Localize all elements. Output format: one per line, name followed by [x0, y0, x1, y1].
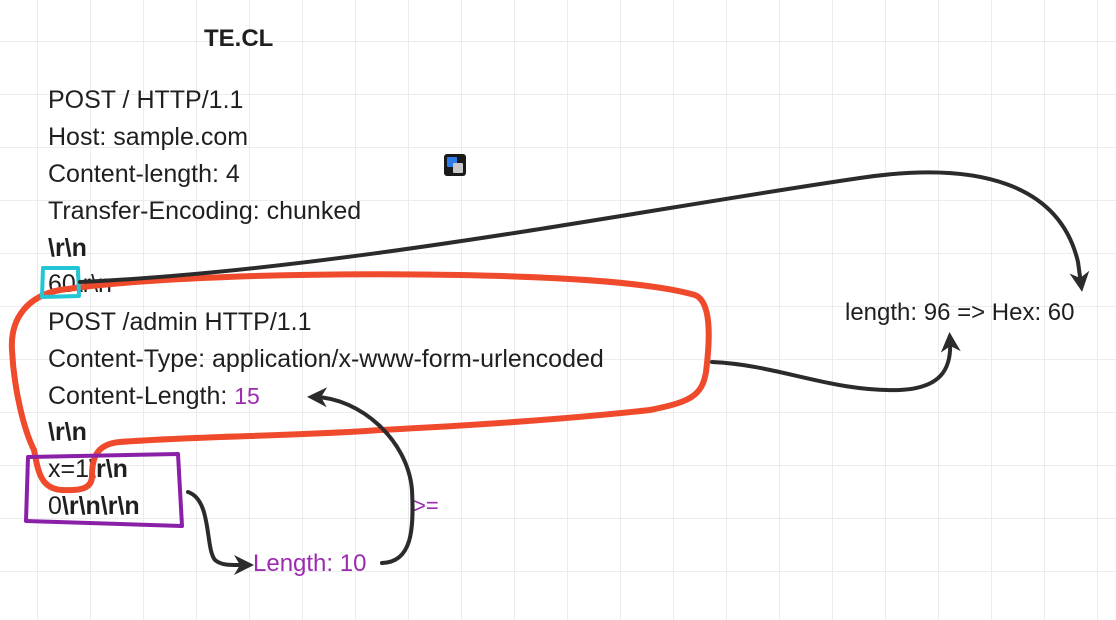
- annotation-overlay: [8, 170, 1090, 576]
- arrow-chunk-to-hex: [78, 170, 1090, 292]
- arrow-outline-to-hex: [710, 332, 961, 393]
- smuggled-request-outline: [8, 271, 712, 494]
- arrow-length-to-value: [307, 387, 415, 565]
- arrow-terminator-to-length: [186, 490, 254, 576]
- body-outline: [24, 452, 184, 528]
